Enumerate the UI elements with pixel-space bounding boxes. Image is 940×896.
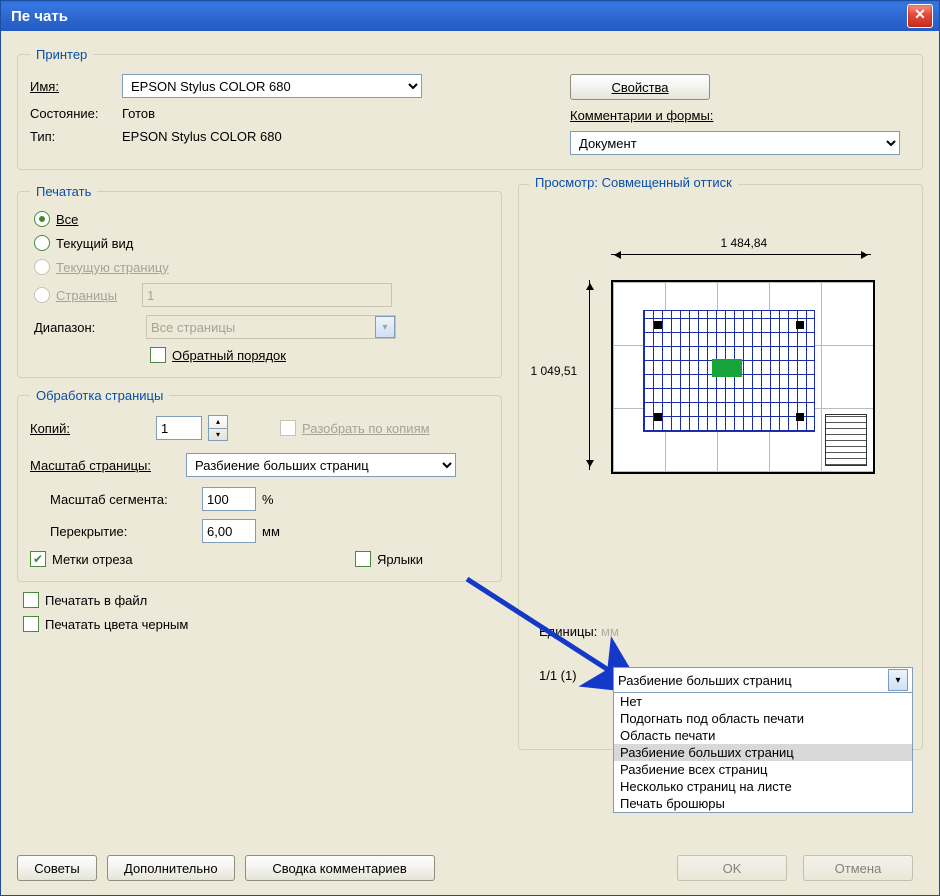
chevron-down-icon: ▾ <box>375 316 395 338</box>
page-handling-group: Обработка страницы Копий: ▴▾ Разобрать п… <box>17 388 502 582</box>
print-range-legend: Печатать <box>30 184 97 199</box>
printer-status-value: Готов <box>122 106 155 121</box>
overlap-label: Перекрытие: <box>50 524 196 539</box>
black-ink-checkbox[interactable] <box>23 616 39 632</box>
print-range-group: Печатать Все Текущий вид Текущую страниц… <box>17 184 502 378</box>
page-info: 1/1 (1) <box>539 668 577 683</box>
scale-option[interactable]: Разбиение больших страниц <box>614 744 912 761</box>
radio-current-view[interactable]: Текущий вид <box>30 235 489 251</box>
scale-option[interactable]: Печать брошюры <box>614 795 912 812</box>
radio-current-page-dot <box>34 259 50 275</box>
page-scale-select[interactable]: Разбиение больших страниц <box>186 453 456 477</box>
page-scale-label: Масштаб страницы: <box>30 458 180 473</box>
preview-titleblock <box>825 414 867 466</box>
pages-input <box>142 283 392 307</box>
printer-name-select[interactable]: EPSON Stylus COLOR 680 <box>122 74 422 98</box>
titlebar[interactable]: Пе чать ✕ <box>1 1 939 31</box>
bottom-buttons-right: OK Отмена <box>677 855 913 881</box>
comments-summary-button[interactable]: Сводка комментариев <box>245 855 435 881</box>
collate-checkbox <box>280 420 296 436</box>
copies-input[interactable] <box>156 416 202 440</box>
tile-scale-unit: % <box>262 492 274 507</box>
bottom-buttons-left: Советы Дополнительно Сводка комментариев <box>17 855 435 881</box>
units-row: Единицы: мм <box>539 624 619 639</box>
preview-panel: Просмотр: Совмещенный оттиск 1 484,84 1 … <box>518 184 923 750</box>
radio-current-page: Текущую страницу <box>30 259 489 275</box>
radio-pages-dot <box>34 287 50 303</box>
printer-status-label: Состояние: <box>30 106 116 121</box>
comments-select[interactable]: Документ <box>570 131 900 155</box>
cutmarks-label: Метки отреза <box>52 552 133 567</box>
scale-popup-list[interactable]: Нет Подогнать под область печати Область… <box>614 693 912 812</box>
radio-all-dot <box>34 211 50 227</box>
preview-blueprint <box>643 310 815 432</box>
scale-option[interactable]: Область печати <box>614 727 912 744</box>
subset-label: Диапазон: <box>34 320 140 335</box>
print-to-file-checkbox[interactable] <box>23 592 39 608</box>
cancel-button[interactable]: Отмена <box>803 855 913 881</box>
copies-label: Копий: <box>30 421 150 436</box>
black-ink-label: Печатать цвета черным <box>45 617 188 632</box>
scale-option[interactable]: Разбиение всех страниц <box>614 761 912 778</box>
labels-checkbox[interactable] <box>355 551 371 567</box>
advanced-button[interactable]: Дополнительно <box>107 855 235 881</box>
cutmarks-checkbox[interactable]: ✔ <box>30 551 46 567</box>
ok-button[interactable]: OK <box>677 855 787 881</box>
printer-type-value: EPSON Stylus COLOR 680 <box>122 129 282 144</box>
dim-width: 1 484,84 <box>721 236 768 250</box>
dim-height-line <box>589 280 590 470</box>
chevron-down-icon[interactable]: ▾ <box>888 669 908 691</box>
printer-name-label: Имя: <box>30 79 116 94</box>
dim-width-line <box>611 254 871 255</box>
overlap-unit: мм <box>262 524 280 539</box>
subset-select: Все страницы ▾ <box>146 315 396 339</box>
window-title: Пе чать <box>11 8 68 25</box>
radio-current-view-dot <box>34 235 50 251</box>
tips-button[interactable]: Советы <box>17 855 97 881</box>
scale-option[interactable]: Несколько страниц на листе <box>614 778 912 795</box>
preview-area: 1 484,84 1 049,51 <box>551 218 891 498</box>
reverse-checkbox[interactable] <box>150 347 166 363</box>
printer-legend: Принтер <box>30 47 93 62</box>
comments-label: Комментарии и формы: <box>570 108 713 123</box>
scale-popup[interactable]: Разбиение больших страниц ▾ Нет Подогнат… <box>613 667 913 813</box>
tile-scale-label: Масштаб сегмента: <box>50 492 196 507</box>
scale-option[interactable]: Нет <box>614 693 912 710</box>
scale-option[interactable]: Подогнать под область печати <box>614 710 912 727</box>
printer-type-label: Тип: <box>30 129 116 144</box>
close-button[interactable]: ✕ <box>907 4 933 28</box>
print-dialog: Пе чать ✕ Принтер Имя: EPSON Stylus COLO… <box>0 0 940 896</box>
radio-pages: Страницы <box>30 283 489 307</box>
properties-button[interactable]: Свойства <box>570 74 710 100</box>
collate-label: Разобрать по копиям <box>302 421 430 436</box>
radio-all[interactable]: Все <box>30 211 489 227</box>
scale-popup-selected: Разбиение больших страниц <box>618 673 792 688</box>
preview-title: Просмотр: Совмещенный оттиск <box>529 175 738 190</box>
copies-spinner[interactable]: ▴▾ <box>208 415 228 441</box>
printer-group: Принтер Имя: EPSON Stylus COLOR 680 Сост… <box>17 47 923 170</box>
print-to-file-label: Печатать в файл <box>45 593 147 608</box>
reverse-label: Обратный порядок <box>172 348 286 363</box>
overlap-input[interactable] <box>202 519 256 543</box>
dim-height: 1 049,51 <box>531 364 578 378</box>
labels-label: Ярлыки <box>377 552 423 567</box>
page-handling-legend: Обработка страницы <box>30 388 169 403</box>
preview-page <box>611 280 875 474</box>
tile-scale-input[interactable] <box>202 487 256 511</box>
